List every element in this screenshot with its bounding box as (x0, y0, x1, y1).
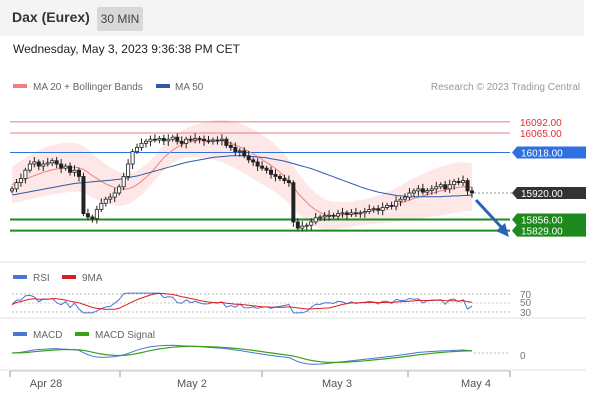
level-tag-15829.00: 15829.00 (512, 224, 586, 238)
macd-legend-swatch (13, 332, 27, 336)
level-tag-16018.00: 16018.00 (512, 146, 586, 159)
level-tag-text: 16018.00 (521, 148, 563, 159)
candle (81, 172, 86, 217)
x-axis: Apr 28 May 2 May 3 May 4 (9, 371, 511, 390)
x-tick-label: May 3 (322, 378, 352, 390)
candle (157, 135, 162, 144)
ma50-legend-label: MA 50 (175, 82, 204, 93)
copyright-text: Research © 2023 Trading Central (431, 82, 580, 93)
x-tick-label: May 4 (461, 378, 491, 390)
level-labels: 16092.0016065.00 16018.00 15920.00 15856.00… (512, 118, 586, 238)
macd-series-line (11, 344, 473, 365)
ma50-legend-swatch (156, 84, 170, 88)
level-tag-text: 15829.00 (521, 227, 563, 238)
rsi-legend-label: RSI (33, 273, 50, 284)
bollinger-band-fill (12, 119, 472, 230)
level-tag-15920.00: 15920.00 (512, 186, 586, 200)
candle (148, 135, 153, 147)
rsi-level-30-label: 30 (520, 308, 532, 319)
chart-canvas: MA 20 + Bollinger Bands MA 50 Research ©… (0, 82, 586, 390)
candle (291, 180, 296, 227)
ma20-legend-label: MA 20 + Bollinger Bands (33, 82, 143, 93)
candle (161, 134, 166, 146)
level-label-16092.00: 16092.00 (520, 118, 562, 129)
macd-signal-legend-swatch (75, 332, 89, 336)
candle (130, 149, 135, 169)
ma20-legend-swatch (13, 84, 27, 88)
candle (94, 205, 99, 224)
x-tick-label: May 2 (177, 378, 207, 390)
rsi-legend-swatch (13, 275, 27, 279)
candle (90, 214, 95, 223)
x-tick-label: Apr 28 (30, 378, 62, 390)
macd-zero-label: 0 (520, 351, 526, 362)
level-label-16065.00: 16065.00 (520, 129, 562, 140)
bollinger-band (12, 119, 472, 230)
candle (152, 134, 157, 143)
candle (304, 222, 309, 231)
candle (139, 138, 144, 151)
rsi-ma-series-line (11, 292, 473, 310)
candle (143, 138, 148, 148)
rsi-ma-legend-label: 9MA (82, 273, 103, 284)
macd-signal-legend-label: MACD Signal (95, 330, 155, 341)
level-tag-text: 15920.00 (521, 189, 563, 200)
rsi-ma-legend-swatch (62, 275, 76, 279)
macd-legend-label: MACD (33, 330, 62, 341)
level-tag-15856.00: 15856.00 (512, 213, 586, 226)
